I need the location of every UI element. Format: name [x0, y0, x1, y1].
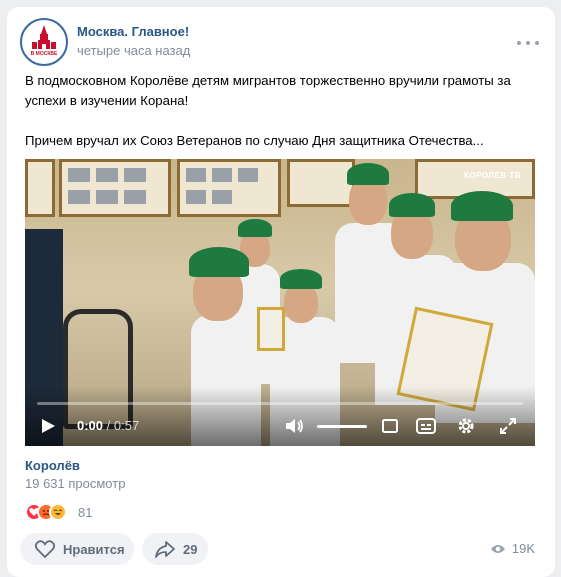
heart-outline-icon: [34, 540, 56, 559]
reactions-count: 81: [78, 505, 93, 520]
subtitles-icon[interactable]: [415, 415, 437, 437]
location-link[interactable]: Королёв: [25, 458, 80, 473]
like-button[interactable]: Нравится: [20, 533, 134, 565]
group-avatar[interactable]: В МОСКВЕ: [20, 18, 68, 66]
share-count: 29: [183, 541, 198, 557]
video-progress-bar[interactable]: [37, 402, 523, 405]
video-time: 0:00 / 0:57: [77, 418, 139, 433]
share-button[interactable]: 29: [142, 533, 208, 565]
video-time-total: 0:57: [113, 418, 140, 433]
post-timestamp[interactable]: четыре часа назад: [77, 43, 190, 58]
video-time-separator: /: [103, 418, 114, 433]
video-player[interactable]: КОРОЛЁВ ТВ 0:00 / 0:57: [25, 159, 535, 446]
group-name-link[interactable]: Москва. Главное!: [77, 24, 189, 39]
post-text: В подмосковном Королёве детям мигрантов …: [25, 71, 539, 151]
laugh-reaction-icon: [49, 503, 67, 521]
video-watermark: КОРОЛЁВ ТВ: [464, 171, 521, 180]
volume-slider[interactable]: [317, 425, 367, 428]
avatar-logo-text: В МОСКВЕ: [30, 51, 58, 57]
volume-icon[interactable]: [283, 415, 305, 437]
kremlin-logo-icon: [32, 25, 56, 49]
post-text-paragraph-2: Причем вручал их Союз Ветеранов по случа…: [25, 133, 484, 148]
fullscreen-icon[interactable]: [497, 415, 519, 437]
post-header: В МОСКВЕ Москва. Главное! четыре часа на…: [20, 18, 542, 68]
video-time-current: 0:00: [77, 418, 104, 433]
miniplayer-icon[interactable]: [379, 415, 401, 437]
more-options-icon[interactable]: [517, 36, 539, 50]
play-icon[interactable]: [39, 417, 57, 435]
post-views: 19K: [490, 541, 535, 556]
eye-icon: [490, 544, 505, 553]
video-views-count: 19 631 просмотр: [25, 476, 126, 491]
post-text-paragraph-1: В подмосковном Королёве детям мигрантов …: [25, 73, 511, 108]
post-card: В МОСКВЕ Москва. Главное! четыре часа на…: [7, 7, 555, 577]
share-arrow-icon: [155, 541, 175, 558]
like-button-label: Нравится: [63, 541, 125, 557]
post-views-count: 19K: [511, 541, 535, 556]
volume-slider-fill: [317, 425, 367, 428]
settings-gear-icon[interactable]: [455, 415, 477, 437]
video-controls: 0:00 / 0:57: [25, 386, 535, 446]
